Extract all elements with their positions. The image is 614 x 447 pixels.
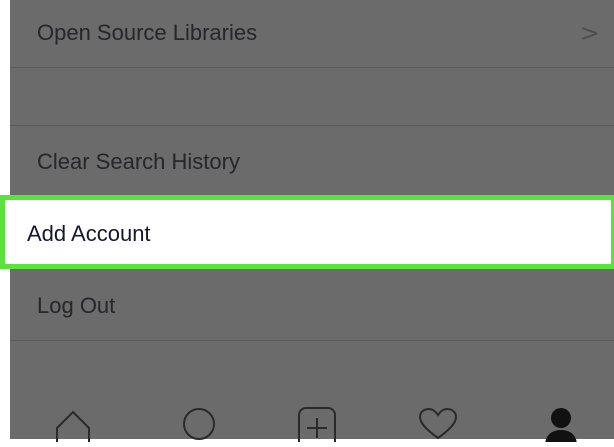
search-icon[interactable] [181, 406, 217, 447]
settings-item-clear-search-history[interactable]: Clear Search History [10, 126, 614, 196]
settings-section-spacer [10, 68, 614, 126]
profile-icon[interactable] [541, 406, 581, 447]
settings-item-open-source-libraries[interactable]: Open Source Libraries > [10, 0, 614, 68]
activity-heart-icon[interactable] [418, 406, 458, 447]
settings-item-add-account[interactable]: Add Account [0, 195, 614, 269]
tab-bar [10, 392, 614, 447]
settings-item-log-out[interactable]: Log Out [10, 269, 614, 341]
settings-item-label: Open Source Libraries [37, 20, 258, 45]
settings-item-label: Log Out [37, 293, 116, 318]
settings-bottom-spacer [10, 341, 614, 396]
chevron-right-icon: > [579, 19, 600, 47]
home-icon[interactable] [53, 406, 93, 447]
settings-item-label: Clear Search History [37, 149, 240, 174]
settings-item-label: Add Account [27, 221, 151, 246]
add-post-icon[interactable] [297, 406, 337, 447]
